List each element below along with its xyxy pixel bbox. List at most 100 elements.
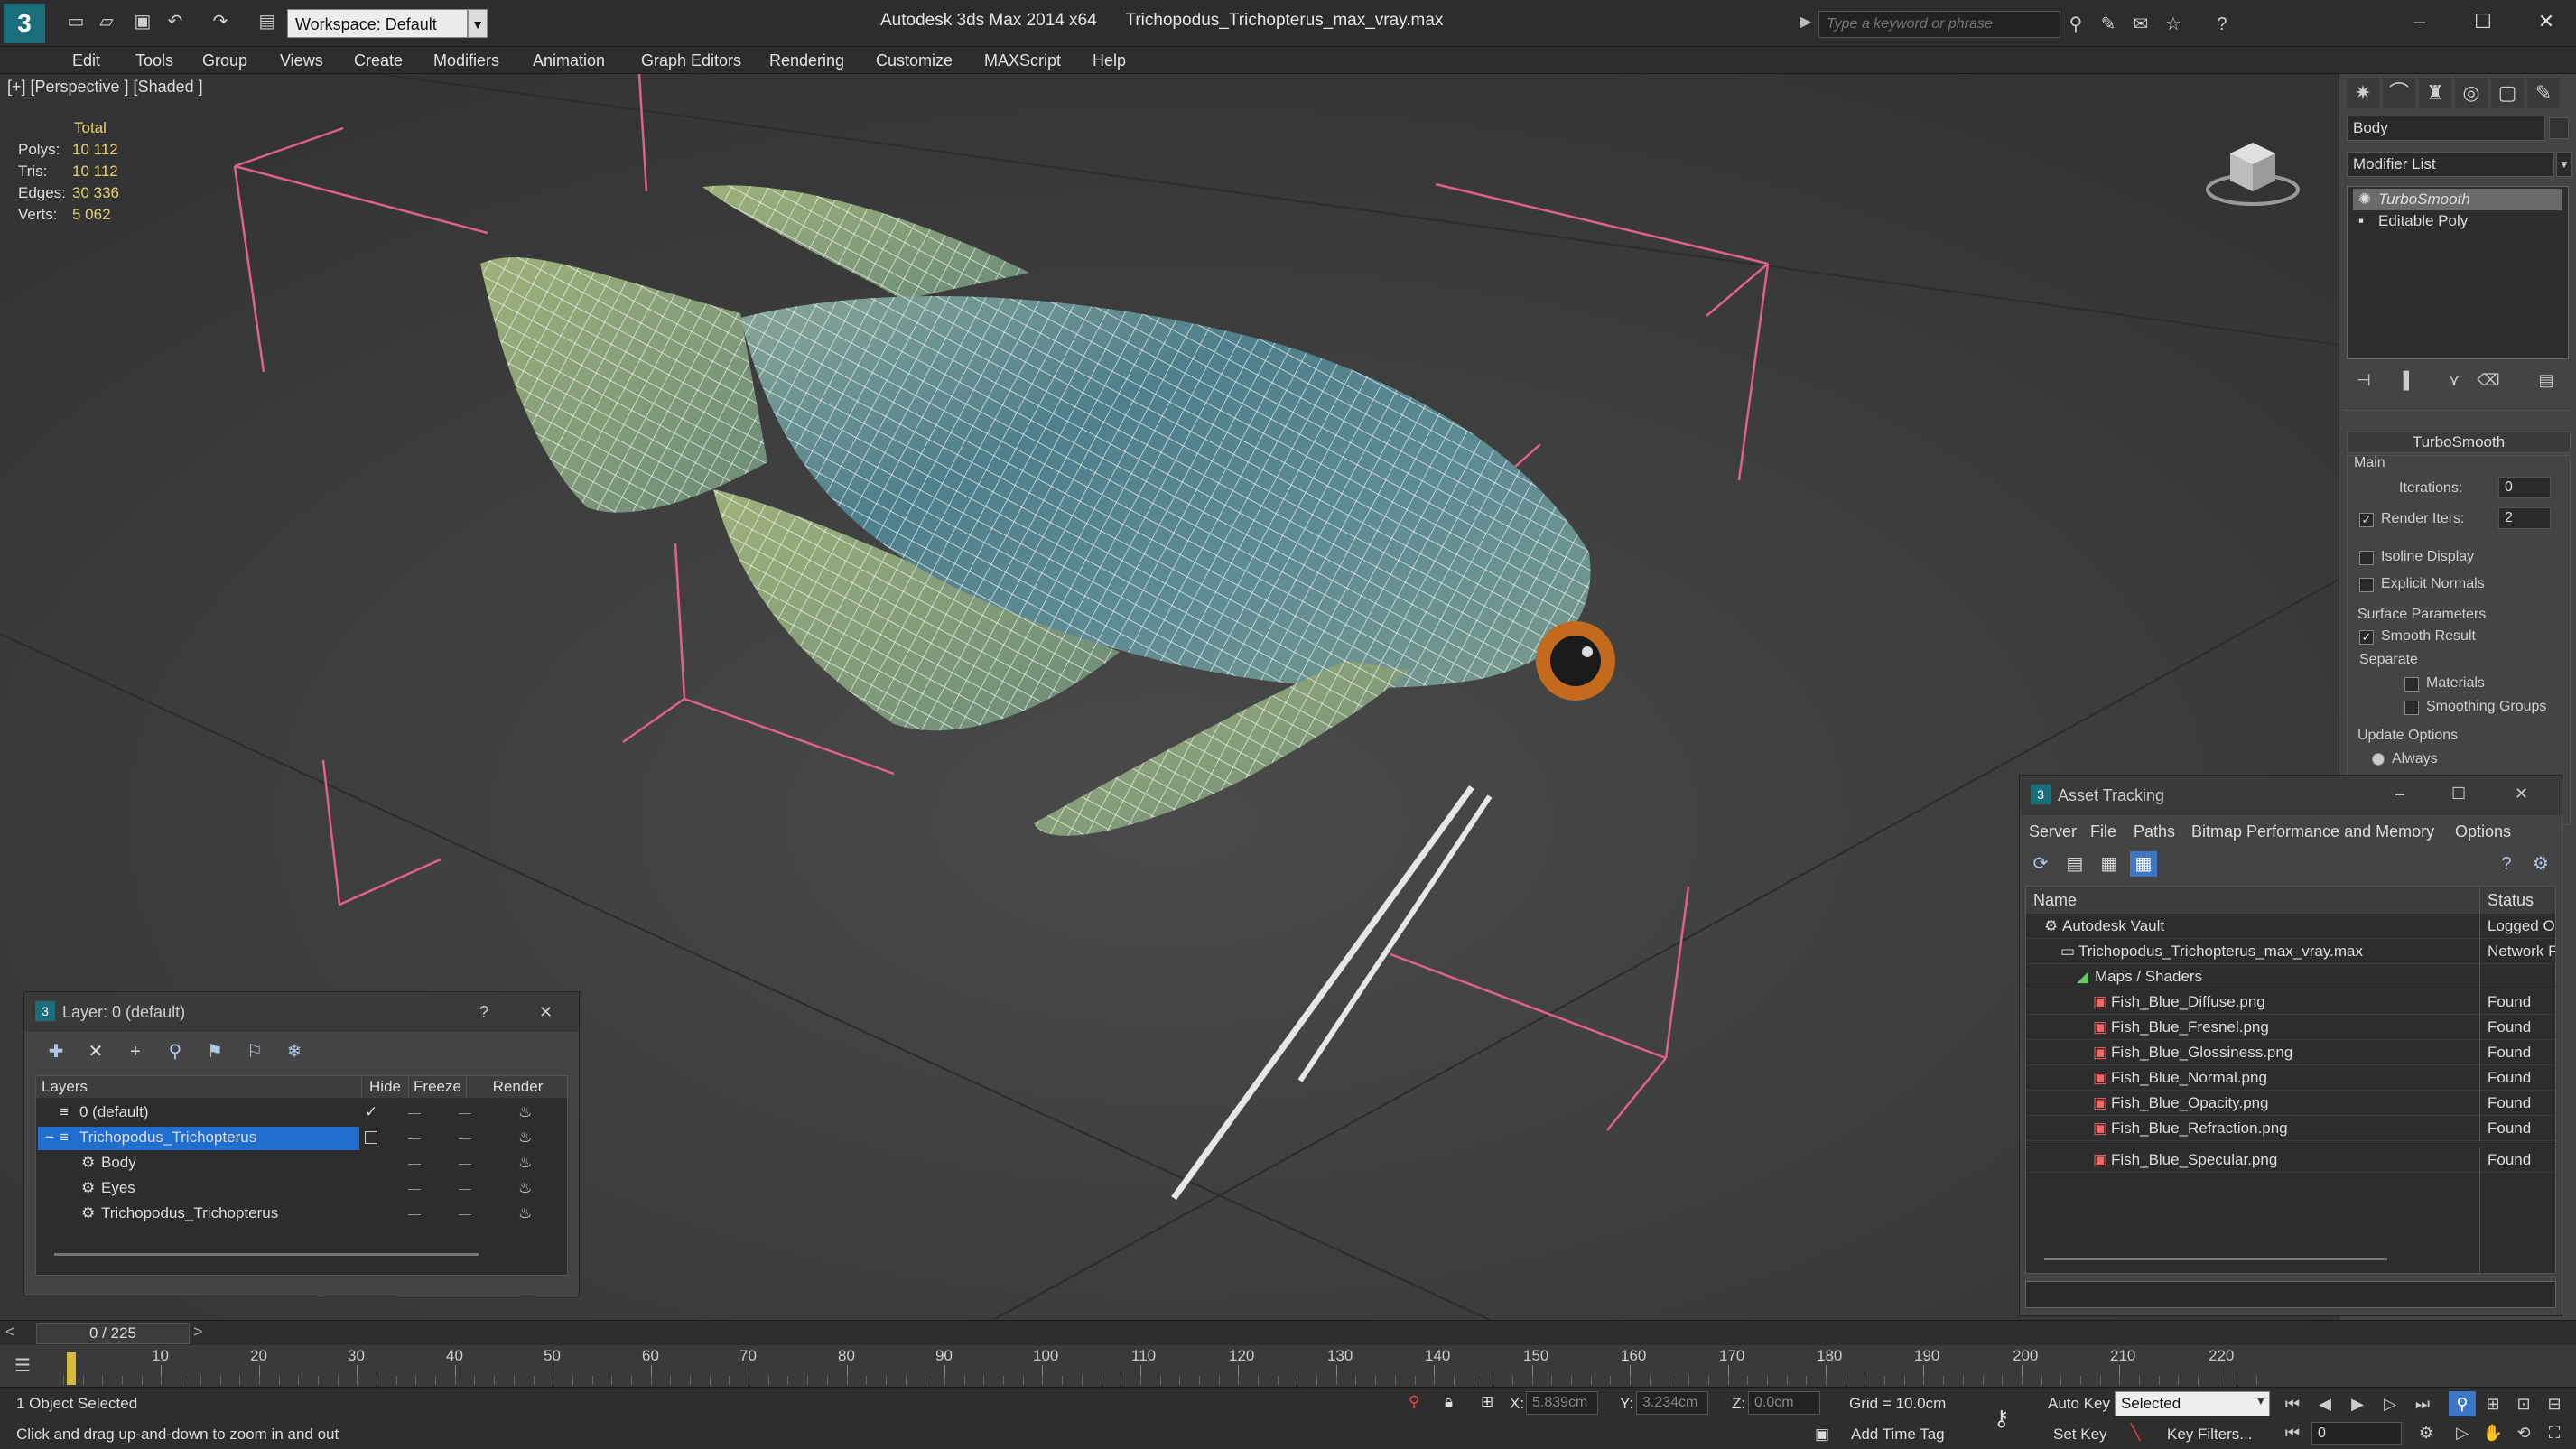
viewport-label[interactable]: [+] [Perspective ] [Shaded ] <box>7 78 203 97</box>
refresh-icon[interactable]: ⟳ <box>2027 851 2054 877</box>
pan-view-icon[interactable]: ✋ <box>2479 1420 2506 1445</box>
save-icon[interactable]: ▣ <box>132 11 153 33</box>
explicit-normals-checkbox[interactable] <box>2359 578 2374 592</box>
freeze-toggle[interactable]: — <box>459 1125 471 1150</box>
previous-frame-icon[interactable]: ◀ <box>2311 1391 2339 1416</box>
layer-row[interactable]: ≡ 0 (default) ✓ — — ♨ <box>36 1100 567 1125</box>
layer-row[interactable]: ⚙ Body — — ♨ <box>36 1150 567 1175</box>
menu-options[interactable]: Options <box>2455 822 2511 841</box>
hide-all-icon[interactable]: ⚐ <box>241 1039 268 1064</box>
menu-views[interactable]: Views <box>280 47 323 74</box>
x-coordinate-field[interactable]: 5.839cm <box>1526 1391 1598 1415</box>
column-header-render[interactable]: Render <box>466 1076 567 1098</box>
chevron-down-icon[interactable]: ▼ <box>2556 152 2572 177</box>
frame-counter[interactable]: 0 / 225 <box>36 1323 190 1344</box>
smooth-result-checkbox[interactable]: ✓ <box>2359 630 2374 645</box>
render-iters-checkbox[interactable]: ✓ <box>2359 513 2374 527</box>
menu-server[interactable]: Server <box>2029 822 2077 841</box>
zoom-extents-all-icon[interactable]: ⊟ <box>2541 1391 2568 1416</box>
menu-graph-editors[interactable]: Graph Editors <box>641 47 741 74</box>
zoom-extents-icon[interactable]: ⊡ <box>2510 1391 2537 1416</box>
project-folder-icon[interactable]: ▤ <box>256 11 278 33</box>
hide-toggle[interactable]: — <box>408 1100 421 1125</box>
favorites-star-icon[interactable]: ☆ <box>2162 13 2185 36</box>
thumbnail-view-icon[interactable]: ▦ <box>2096 851 2123 877</box>
close-icon[interactable]: ✕ <box>2519 5 2573 38</box>
create-tab-icon[interactable]: ✷ <box>2347 78 2379 108</box>
column-header-hide[interactable]: Hide <box>361 1076 408 1098</box>
create-layer-icon[interactable]: ✚ <box>42 1039 70 1064</box>
highlight-layer-icon[interactable]: ⚑ <box>201 1039 228 1064</box>
render-teapot-icon[interactable]: ♨ <box>518 1150 532 1175</box>
key-mode-icon[interactable]: ⏮ <box>2279 1420 2306 1445</box>
column-header-freeze[interactable]: Freeze <box>408 1076 466 1098</box>
hide-toggle[interactable]: — <box>408 1201 421 1226</box>
absolute-mode-icon[interactable]: ⊞ <box>1481 1393 1493 1411</box>
menu-group[interactable]: Group <box>202 47 247 74</box>
object-name-field[interactable]: Body <box>2347 116 2545 141</box>
make-unique-icon[interactable]: ⋎ <box>2441 368 2468 392</box>
asset-row[interactable]: ▣ Fish_Blue_Specular.png Found <box>2026 1147 2555 1173</box>
configure-sets-icon[interactable]: ▤ <box>2533 368 2560 392</box>
freeze-toggle[interactable]: — <box>459 1150 471 1175</box>
freeze-toggle[interactable]: — <box>459 1175 471 1201</box>
iterations-spinner[interactable]: 0 <box>2498 477 2551 498</box>
asset-row[interactable]: ⚙ Autodesk Vault Logged O <box>2026 914 2555 939</box>
key-set-dropdown[interactable]: Selected <box>2115 1391 2270 1416</box>
communication-icon[interactable]: ✉ <box>2129 13 2153 36</box>
menu-maxscript[interactable]: MAXScript <box>984 47 1061 74</box>
auto-key-button[interactable]: Auto Key <box>2048 1395 2110 1413</box>
minimize-icon[interactable]: – <box>2393 5 2447 38</box>
menu-paths[interactable]: Paths <box>2134 822 2175 841</box>
horizontal-scrollbar[interactable] <box>2044 1258 2387 1260</box>
hide-toggle[interactable]: — <box>408 1125 421 1150</box>
hide-toggle[interactable]: — <box>408 1175 421 1201</box>
help-icon[interactable]: ? <box>2210 13 2234 36</box>
layer-row[interactable]: ⚙ Eyes — — ♨ <box>36 1175 567 1201</box>
render-teapot-icon[interactable]: ♨ <box>518 1125 532 1150</box>
add-to-layer-icon[interactable]: + <box>122 1039 149 1064</box>
go-to-end-icon[interactable]: ⏭ <box>2409 1391 2436 1416</box>
dialog-titlebar[interactable]: 3 Asset Tracking – ☐ ✕ <box>2020 776 2562 815</box>
active-check-icon[interactable]: ✓ <box>365 1100 377 1125</box>
menu-help[interactable]: Help <box>1093 47 1126 74</box>
asset-row[interactable]: ▣ Fish_Blue_Glossiness.png Found <box>2026 1040 2555 1065</box>
asset-row[interactable]: ▣ Fish_Blue_Refraction.png Found <box>2026 1116 2555 1141</box>
mini-curve-editor-icon[interactable]: ☰ <box>14 1354 31 1377</box>
add-time-tag-icon[interactable]: ▣ <box>1815 1426 1829 1444</box>
time-slider[interactable]: < 0 / 225 > <box>0 1320 2576 1345</box>
render-teapot-icon[interactable]: ♨ <box>518 1100 532 1125</box>
lock-selection-icon[interactable]: 🔒︎ <box>1445 1393 1453 1411</box>
asset-row[interactable]: ▣ Fish_Blue_Opacity.png Found <box>2026 1091 2555 1116</box>
layer-row[interactable]: − ≡ Trichopodus_Trichopterus — — ♨ <box>36 1125 567 1150</box>
expand-arrow-icon[interactable]: ▶ <box>1800 13 1811 31</box>
smoothing-groups-checkbox[interactable] <box>2404 701 2419 715</box>
minimize-icon[interactable]: – <box>2395 785 2404 803</box>
menu-edit[interactable]: Edit <box>72 47 100 74</box>
open-file-icon[interactable]: ▱ <box>96 11 117 33</box>
stack-item-editable-poly[interactable]: ▪ Editable Poly <box>2353 210 2562 232</box>
dialog-titlebar[interactable]: 3 Layer: 0 (default) ? ✕ <box>24 992 579 1032</box>
current-frame-field[interactable]: 0 <box>2311 1422 2402 1445</box>
display-tab-icon[interactable]: ▢ <box>2491 78 2524 108</box>
set-key-button[interactable]: Set Key <box>2053 1426 2107 1444</box>
help-icon[interactable]: ? <box>479 1003 488 1022</box>
key-icon[interactable]: ⚷ <box>1994 1406 2010 1432</box>
menu-file[interactable]: File <box>2090 822 2116 841</box>
menu-modifiers[interactable]: Modifiers <box>433 47 499 74</box>
new-file-icon[interactable]: ▭ <box>65 11 87 33</box>
utilities-tab-icon[interactable]: ✎ <box>2527 78 2560 108</box>
horizontal-scrollbar[interactable] <box>54 1253 479 1256</box>
settings-icon[interactable]: ⚙ <box>2527 851 2554 877</box>
hide-toggle[interactable]: — <box>408 1150 421 1175</box>
zoom-icon[interactable]: ⚲ <box>2449 1391 2476 1416</box>
help-icon[interactable]: ? <box>2493 851 2520 877</box>
chevron-down-icon[interactable]: ▼ <box>468 9 488 38</box>
next-frame-icon[interactable]: ▷ <box>2376 1391 2404 1416</box>
asset-row[interactable]: ▣ Fish_Blue_Diffuse.png Found <box>2026 989 2555 1015</box>
redo-icon[interactable]: ↷ <box>209 11 231 33</box>
go-to-start-icon[interactable]: ⏮ <box>2279 1391 2306 1416</box>
table-view-icon[interactable]: ▦ <box>2130 851 2157 877</box>
turbosmooth-rollout-header[interactable]: TurboSmooth <box>2347 432 2571 453</box>
asset-path-field[interactable] <box>2025 1281 2556 1308</box>
